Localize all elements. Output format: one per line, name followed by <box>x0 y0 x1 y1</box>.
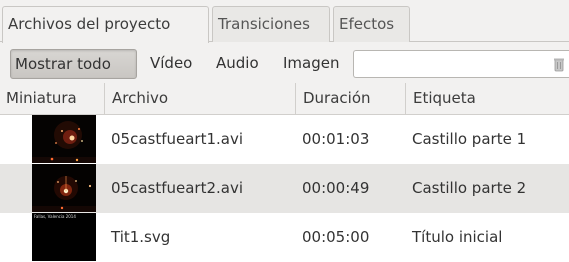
file-duration: 00:00:49 <box>302 179 370 197</box>
title-thumbnail: Fallas, Valencia 2014 <box>32 213 96 261</box>
filter-image-button[interactable]: Imagen <box>279 49 349 79</box>
table-header: Miniatura Archivo Duración Etiqueta <box>0 83 569 115</box>
filter-audio-button[interactable]: Audio <box>212 49 272 79</box>
filter-video-button[interactable]: Vídeo <box>146 49 204 79</box>
tab-project-files[interactable]: Archivos del proyecto <box>2 6 209 43</box>
fireworks-thumbnail <box>32 115 96 163</box>
media-filter-bar: Mostrar todo Vídeo Audio Imagen <box>0 42 569 83</box>
column-header-thumbnail[interactable]: Miniatura <box>0 83 105 115</box>
file-duration: 00:01:03 <box>302 130 370 148</box>
table-row[interactable]: 05castfueart1.avi 00:01:03 Castillo part… <box>0 115 569 164</box>
project-tabs: Archivos del proyecto Transiciones Efect… <box>0 0 569 43</box>
search-input[interactable] <box>353 50 569 78</box>
file-label: Título inicial <box>412 228 503 246</box>
thumbnail-caption: Fallas, Valencia 2014 <box>34 214 76 219</box>
clear-search-icon[interactable] <box>553 57 565 72</box>
column-header-file[interactable]: Archivo <box>105 83 296 115</box>
column-header-label[interactable]: Etiqueta <box>406 83 569 115</box>
file-name: 05castfueart1.avi <box>111 130 244 148</box>
file-duration: 00:05:00 <box>302 228 370 246</box>
file-label: Castillo parte 2 <box>412 179 527 197</box>
file-name: 05castfueart2.avi <box>111 179 244 197</box>
table-row[interactable]: 05castfueart2.avi 00:00:49 Castillo part… <box>0 164 569 213</box>
filter-show-all-button[interactable]: Mostrar todo <box>10 49 137 79</box>
table-row[interactable]: Fallas, Valencia 2014 Tit1.svg 00:05:00 … <box>0 213 569 262</box>
file-label: Castillo parte 1 <box>412 130 527 148</box>
tab-transitions[interactable]: Transiciones <box>212 6 330 42</box>
column-header-duration[interactable]: Duración <box>296 83 406 115</box>
file-name: Tit1.svg <box>111 228 171 246</box>
fireworks-thumbnail <box>32 164 96 212</box>
tab-effects[interactable]: Efectos <box>333 6 410 42</box>
